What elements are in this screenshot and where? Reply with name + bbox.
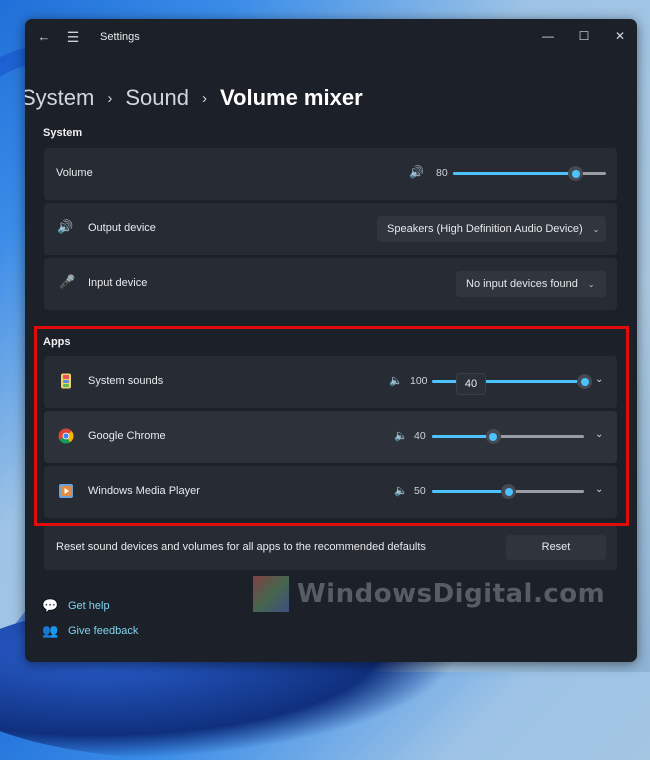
- input-device-value: No input devices found: [466, 278, 578, 290]
- give-feedback-link[interactable]: Give feedback: [68, 625, 138, 637]
- maximize-button[interactable]: ☐: [567, 23, 601, 49]
- chevron-down-icon: ⌄: [587, 280, 595, 289]
- output-device-value: Speakers (High Definition Audio Device): [387, 223, 583, 235]
- output-device-label: Output device: [88, 222, 156, 234]
- apps-highlight-frame: [34, 326, 629, 526]
- breadcrumb-sound[interactable]: Sound: [125, 85, 189, 111]
- window-title: Settings: [100, 31, 140, 43]
- speaker-icon: 🔊: [57, 219, 74, 234]
- help-icon: 💬: [42, 598, 59, 613]
- back-arrow-icon[interactable]: ←: [36, 29, 52, 45]
- chevron-down-icon: ⌄: [592, 225, 600, 234]
- breadcrumb-system[interactable]: System: [25, 85, 94, 111]
- watermark-logo: [253, 576, 289, 612]
- volume-label: Volume: [56, 167, 93, 179]
- input-device-dropdown[interactable]: No input devices found ⌄: [456, 271, 606, 297]
- breadcrumb: System › Sound › Volume mixer: [25, 85, 363, 111]
- output-device-dropdown[interactable]: Speakers (High Definition Audio Device) ⌄: [377, 216, 606, 242]
- system-section-label: System: [43, 127, 83, 139]
- volume-card: Volume 🔊 80: [44, 148, 617, 200]
- speaker-icon[interactable]: 🔊: [409, 165, 424, 179]
- microphone-icon: 🎤: [59, 274, 76, 289]
- reset-button[interactable]: Reset: [506, 535, 606, 560]
- input-device-card: 🎤 Input device No input devices found ⌄: [44, 258, 617, 310]
- title-bar: ← ☰ Settings — ☐ ✕: [25, 19, 637, 55]
- master-volume-slider[interactable]: [453, 166, 606, 181]
- breadcrumb-separator: ›: [107, 89, 113, 107]
- get-help-link[interactable]: Get help: [68, 600, 110, 612]
- reset-description: Reset sound devices and volumes for all …: [56, 541, 426, 553]
- volume-value: 80: [436, 167, 448, 179]
- input-device-label: Input device: [88, 277, 148, 289]
- breadcrumb-separator: ›: [201, 89, 207, 107]
- feedback-icon: 👥: [42, 623, 59, 638]
- slider-fill: [453, 172, 576, 175]
- watermark-text: WindowsDigital.com: [297, 579, 606, 609]
- close-button[interactable]: ✕: [603, 23, 637, 49]
- hamburger-menu-icon[interactable]: ☰: [65, 29, 81, 45]
- output-device-card: 🔊 Output device Speakers (High Definitio…: [44, 203, 617, 255]
- watermark: WindowsDigital.com: [253, 576, 605, 612]
- page-title: Volume mixer: [219, 85, 363, 110]
- slider-thumb[interactable]: [568, 166, 584, 181]
- minimize-button[interactable]: —: [531, 23, 565, 49]
- reset-card: Reset sound devices and volumes for all …: [44, 524, 617, 570]
